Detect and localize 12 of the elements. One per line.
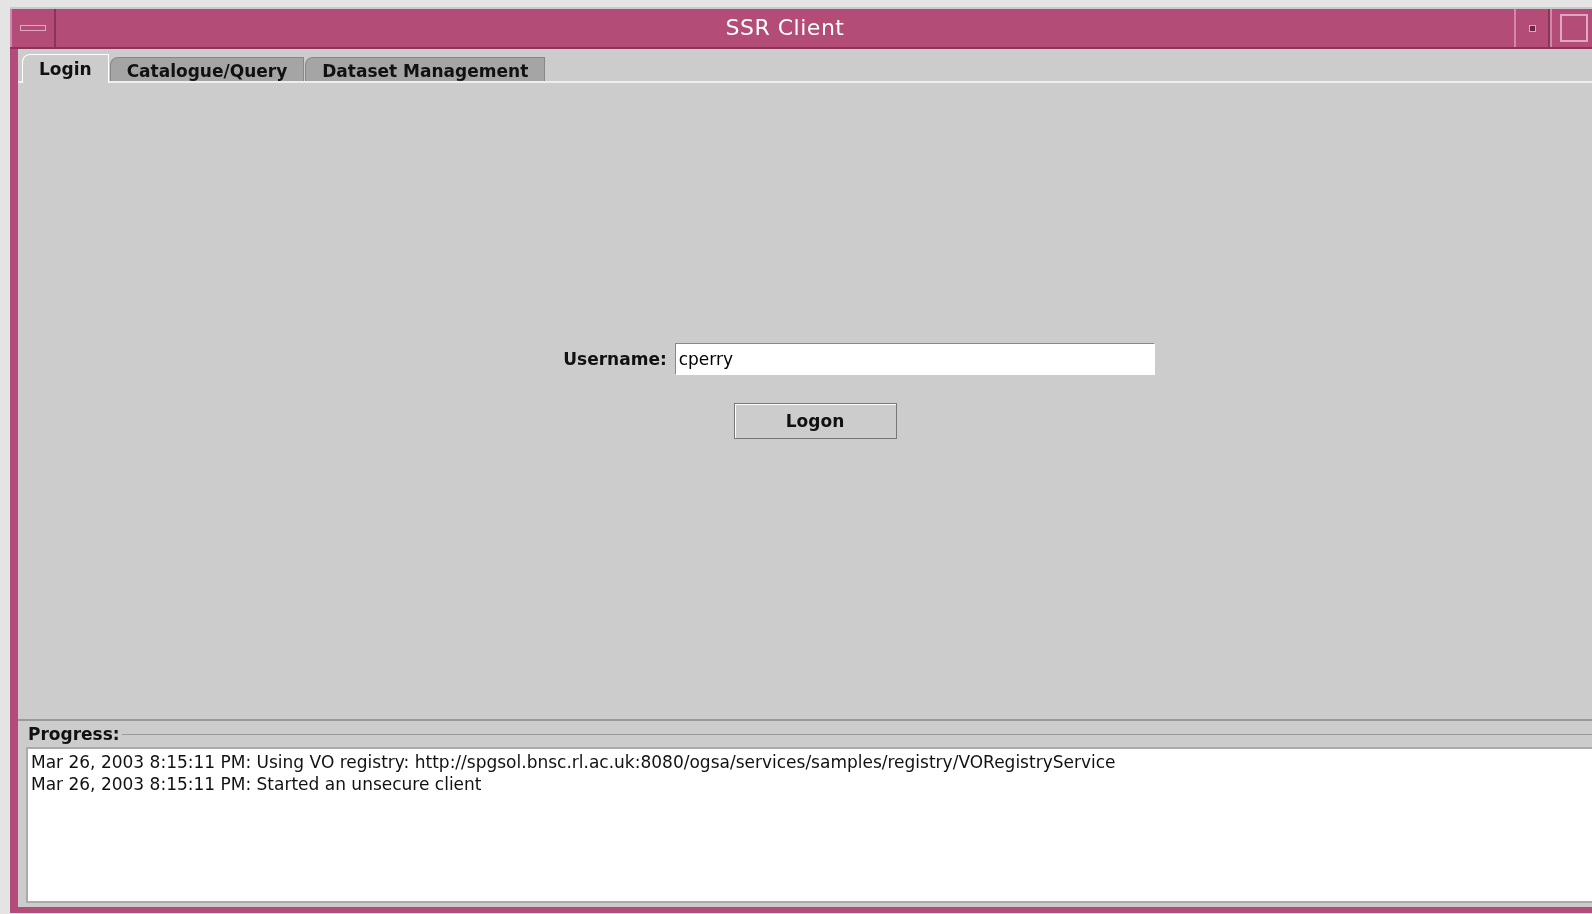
- username-label: Username:: [563, 349, 667, 369]
- log-line: Mar 26, 2003 8:15:11 PM: Started an unsecure client: [31, 773, 483, 795]
- tab[interactable]: Dataset Management: [305, 57, 546, 83]
- log-line: Mar 26, 2003 8:15:11 PM: Using VO registry: http://spgsol.bnsc.rl.ac.uk:8080/ogsa/services/samples/registry/VORegistryService: [31, 751, 1117, 773]
- minimize-button[interactable]: [1514, 9, 1550, 47]
- tab[interactable]: Catalogue/Query: [109, 57, 305, 83]
- window-menu-button[interactable]: [10, 9, 56, 47]
- username-field[interactable]: cperry: [674, 343, 1155, 375]
- progress-title: Progress:: [27, 724, 120, 744]
- tab[interactable]: Login: [22, 54, 109, 83]
- logon-button[interactable]: Logon: [733, 403, 897, 439]
- window-title: SSR Client: [724, 14, 846, 42]
